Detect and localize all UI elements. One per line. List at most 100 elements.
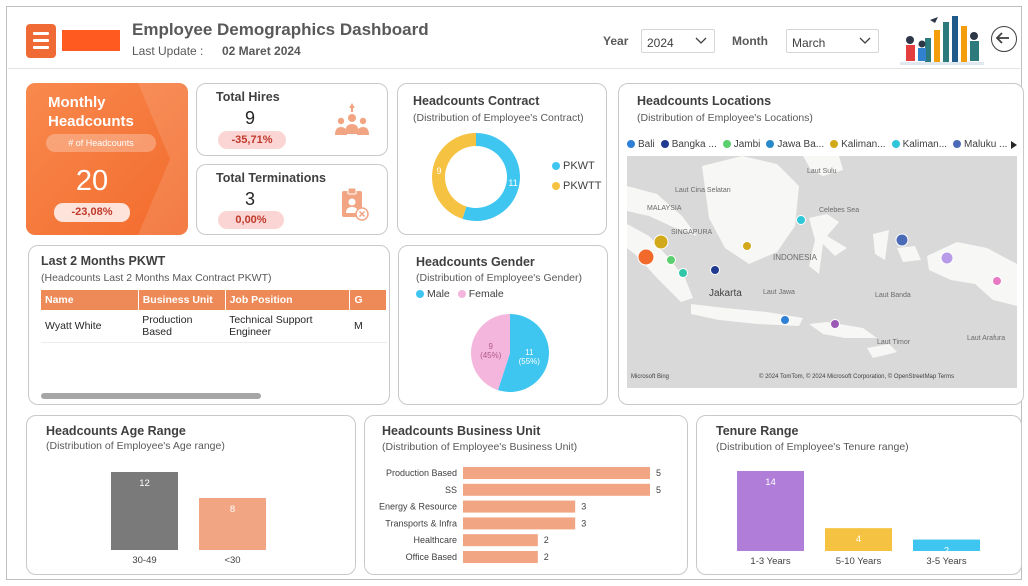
locations-legend-label: Jambi	[733, 139, 761, 150]
contract-card: Headcounts Contract (Distribution of Emp…	[397, 83, 607, 235]
location-bubble[interactable]	[653, 234, 669, 250]
x-tick-label: 1-3 Years	[750, 556, 790, 567]
donut-data-label: 9	[436, 166, 441, 176]
map-label: Celebes Sea	[819, 207, 859, 214]
column-header[interactable]: Job Position	[225, 290, 351, 310]
horizontal-scrollbar[interactable]	[41, 393, 261, 399]
map-label: SINGAPURA	[671, 229, 713, 236]
header-divider	[8, 68, 1020, 69]
map-label: Laut Arafura	[967, 335, 1005, 342]
column-header[interactable]: Business Unit	[138, 290, 226, 310]
location-bubble[interactable]	[780, 315, 790, 325]
year-dropdown-value: 2024	[647, 36, 674, 50]
location-bubble[interactable]	[830, 319, 840, 329]
map-label: Laut Cina Selatan	[675, 187, 731, 194]
map-provider: Microsoft Bing	[631, 374, 669, 380]
legend-dot-icon	[416, 290, 424, 299]
legend-dot-icon	[766, 140, 775, 149]
age-bar-chart: 12 30-49 8 <30	[111, 472, 266, 566]
legend-dot-icon	[457, 290, 466, 299]
contract-legend-item: PKWT	[552, 160, 602, 172]
pkwt-table: Name Business Unit Job Position G Wyatt …	[41, 290, 387, 343]
locations-legend-label: Jawa Ba...	[777, 139, 825, 150]
bar[interactable]	[463, 467, 650, 479]
last-update-value: 02 Maret 2024	[222, 44, 301, 58]
month-dropdown[interactable]: March	[786, 29, 879, 53]
total-hires-title: Total Hires	[216, 90, 280, 104]
total-terminations-title: Total Terminations	[216, 171, 326, 185]
location-bubble[interactable]	[895, 233, 909, 247]
total-hires-card: Total Hires 9 -35,71%	[196, 83, 388, 156]
table-cell: Technical Support Engineer	[225, 310, 350, 343]
locations-legend-item[interactable]: Bangka ...	[660, 139, 717, 150]
location-bubble[interactable]	[796, 215, 806, 225]
menu-button[interactable]	[26, 24, 56, 58]
pkwt-table-viewport[interactable]: Name Business Unit Job Position G Wyatt …	[41, 290, 387, 380]
x-tick-label: <30	[224, 555, 240, 566]
total-terminations-value: 3	[245, 189, 256, 209]
tenure-subtitle: (Distribution of Employee's Tenure range…	[716, 441, 909, 453]
business-unit-card: Headcounts Business Unit (Distribution o…	[364, 415, 688, 575]
location-bubble[interactable]	[678, 268, 688, 278]
column-header[interactable]: Name	[41, 290, 139, 310]
locations-legend-label: Kaliman...	[841, 139, 886, 150]
page-title: Employee Demographics Dashboard	[132, 20, 429, 39]
monthly-headcounts-subtitle: # of Headcounts	[46, 134, 156, 152]
menu-icon-line	[33, 39, 49, 42]
bar[interactable]	[463, 483, 650, 496]
locations-map[interactable]: Laut Sulu Laut Cina Selatan MALAYSIA SIN…	[627, 156, 1017, 388]
y-tick-label: Production Based	[386, 468, 457, 478]
badge-remove-icon	[342, 187, 369, 221]
map-label: Laut Jawa	[763, 289, 795, 296]
table-cell: Production Based	[138, 310, 226, 343]
column-header[interactable]: G	[349, 290, 387, 310]
map-label: Laut Sulu	[807, 168, 837, 175]
monthly-headcounts-value: 20	[75, 165, 109, 197]
bar[interactable]	[463, 500, 576, 513]
legend-dot-icon	[830, 140, 839, 149]
x-tick-label: 5-10 Years	[836, 556, 882, 567]
age-title: Headcounts Age Range	[46, 424, 186, 438]
locations-legend-item[interactable]: Jawa Ba...	[766, 139, 824, 150]
contract-legend-item: PKWTT	[552, 180, 602, 192]
bar-data-label: 5	[656, 485, 661, 495]
contract-legend: PKWT PKWTT	[552, 160, 602, 192]
bar-data-label: 14	[765, 477, 776, 488]
donut-data-label: 11	[508, 178, 517, 188]
legend-next-icon[interactable]	[1010, 140, 1018, 150]
last-update-label: Last Update :	[132, 44, 204, 58]
back-button[interactable]	[991, 26, 1017, 52]
bar-data-label: 2	[544, 552, 549, 562]
locations-legend-item[interactable]: Jambi	[722, 139, 761, 150]
bar-data-label: 5	[656, 468, 661, 478]
locations-legend-item[interactable]: Kaliman...	[830, 139, 886, 150]
gender-legend-label: Male	[427, 288, 450, 300]
location-bubble[interactable]	[992, 276, 1002, 286]
chevron-down-icon	[695, 37, 707, 44]
year-dropdown[interactable]: 2024	[641, 29, 715, 53]
bar[interactable]	[463, 517, 576, 530]
bar-data-label: 8	[230, 504, 235, 515]
total-terminations-card: Total Terminations 3 0,00%	[196, 164, 388, 235]
locations-legend-item[interactable]: Kaliman...	[891, 139, 947, 150]
pkwt-card: Last 2 Months PKWT (Headcounts Last 2 Mo…	[28, 245, 390, 405]
bar[interactable]	[463, 551, 538, 563]
y-tick-label: Healthcare	[413, 535, 457, 545]
locations-card: Headcounts Locations (Distribution of Em…	[618, 83, 1024, 405]
table-row[interactable]: Wyatt White Production Based Technical S…	[41, 310, 387, 343]
month-dropdown-value: March	[792, 36, 826, 50]
location-bubble[interactable]	[637, 248, 655, 266]
location-bubble[interactable]	[710, 265, 720, 275]
pie-data-label: (55%)	[519, 357, 541, 366]
bar-data-label: 4	[856, 534, 861, 545]
team-illustration-icon	[900, 16, 984, 65]
location-bubble[interactable]	[742, 241, 752, 251]
pie-data-label: (45%)	[480, 351, 502, 360]
location-bubble[interactable]	[666, 255, 676, 265]
locations-legend-item[interactable]: Maluku ...	[953, 139, 1007, 150]
bar[interactable]	[463, 534, 538, 547]
legend-dot-icon	[552, 162, 560, 171]
bar-data-label: 2	[944, 546, 949, 557]
location-bubble[interactable]	[940, 251, 954, 265]
locations-legend-item[interactable]: Bali	[627, 139, 655, 150]
